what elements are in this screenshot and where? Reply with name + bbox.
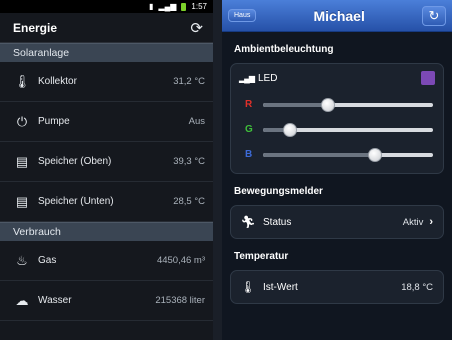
row-value: 28,5 °C [173, 196, 205, 207]
row-value: Aus [188, 116, 205, 127]
signal-icon: ▂▄▆ [239, 73, 255, 83]
page-title: Michael [313, 7, 365, 24]
refresh-icon: ↻ [428, 7, 440, 23]
slider-green[interactable]: G [231, 117, 443, 142]
row-label: Speicher (Unten) [38, 196, 114, 207]
battery-icon [181, 2, 187, 11]
row-value: 215368 liter [155, 295, 205, 306]
slider-track[interactable] [263, 147, 433, 162]
temperature-group: 🌡︎ Ist-Wert 18,8 °C [230, 270, 444, 304]
water-icon: ☁ [15, 292, 29, 308]
section-header-solaranlage: Solaranlage [0, 43, 213, 62]
ambient-group: ▂▄▆ LED R G B [230, 63, 444, 174]
ios-screen: Haus Michael ↻ Ambientbeleuchtung ▂▄▆ LE… [222, 0, 452, 340]
navigation-bar: Haus Michael ↻ [222, 0, 452, 32]
row-gas[interactable]: ♨ Gas 4450,46 m³ [0, 241, 213, 281]
row-label: Gas [38, 255, 57, 266]
signal-icon: ▂▄▆ [158, 2, 177, 11]
slider-fill [263, 152, 376, 157]
row-pumpe[interactable]: ⏻ Pumpe Aus [0, 102, 213, 142]
power-icon: ⏻ [16, 113, 28, 129]
refresh-icon[interactable]: ⟳ [190, 19, 203, 37]
flame-icon: ♨ [16, 252, 28, 268]
slider-track[interactable] [263, 122, 433, 137]
running-person-icon: 🏃︎ [240, 215, 256, 229]
chevron-right-icon: › [429, 216, 433, 228]
channel-label-b: B [245, 149, 253, 160]
slider-knob[interactable] [368, 147, 383, 162]
channel-label-g: G [245, 124, 253, 135]
row-value: 4450,46 m³ [156, 255, 205, 266]
led-color-swatch[interactable] [421, 71, 435, 85]
row-label: Pumpe [38, 116, 70, 127]
tank-icon: ▤ [15, 153, 29, 169]
row-label: Wasser [38, 295, 72, 306]
section-title-temperature: Temperatur [234, 251, 289, 262]
slider-knob[interactable] [320, 97, 335, 112]
row-kollektor[interactable]: 🌡︎ Kollektor 31,2 °C [0, 62, 213, 102]
refresh-button[interactable]: ↻ [421, 5, 446, 26]
slider-red[interactable]: R [231, 92, 443, 117]
status-label: Status [263, 216, 292, 228]
slider-fill [263, 102, 328, 107]
android-screen: ▮ ▂▄▆ 1:57 Energie ⟳ Solaranlage 🌡︎ Koll… [0, 0, 213, 340]
section-title: Verbrauch [13, 226, 61, 238]
slider-track[interactable] [263, 97, 433, 112]
slider-blue[interactable]: B [231, 142, 443, 167]
section-title-motion: Bewegungsmelder [234, 186, 323, 197]
row-wasser[interactable]: ☁ Wasser 215368 liter [0, 281, 213, 321]
led-label: LED [257, 72, 278, 84]
temperature-label: Ist-Wert [263, 281, 298, 293]
motion-group: 🏃︎ Status Aktiv › [230, 205, 444, 239]
row-value: 31,2 °C [173, 76, 205, 87]
tank-icon: ▤ [15, 193, 29, 209]
thermometer-icon: 🌡︎ [240, 280, 256, 294]
row-label: Kollektor [38, 76, 77, 87]
row-label: Speicher (Oben) [38, 156, 112, 167]
slider-knob[interactable] [283, 122, 298, 137]
temperature-row: 🌡︎ Ist-Wert 18,8 °C [231, 271, 443, 303]
section-header-verbrauch: Verbrauch [0, 222, 213, 241]
home-button[interactable]: Haus [228, 9, 257, 22]
led-row[interactable]: ▂▄▆ LED [231, 64, 443, 92]
thermometer-icon: 🌡︎ [13, 73, 31, 89]
app-bar: Energie ⟳ [0, 13, 213, 43]
status-time: 1:57 [191, 2, 207, 11]
temperature-value: 18,8 °C [401, 281, 433, 293]
section-title: Solaranlage [13, 47, 70, 59]
row-speicher-unten[interactable]: ▤ Speicher (Unten) 28,5 °C [0, 182, 213, 222]
notification-icon: ▮ [149, 2, 154, 11]
status-value: Aktiv [402, 216, 424, 228]
row-value: 39,3 °C [173, 156, 205, 167]
app-title: Energie [13, 20, 58, 35]
status-bar: ▮ ▂▄▆ 1:57 [0, 0, 213, 13]
motion-status-row[interactable]: 🏃︎ Status Aktiv › [231, 206, 443, 238]
section-title-ambient: Ambientbeleuchtung [234, 44, 334, 55]
row-speicher-oben[interactable]: ▤ Speicher (Oben) 39,3 °C [0, 142, 213, 182]
channel-label-r: R [245, 99, 253, 110]
